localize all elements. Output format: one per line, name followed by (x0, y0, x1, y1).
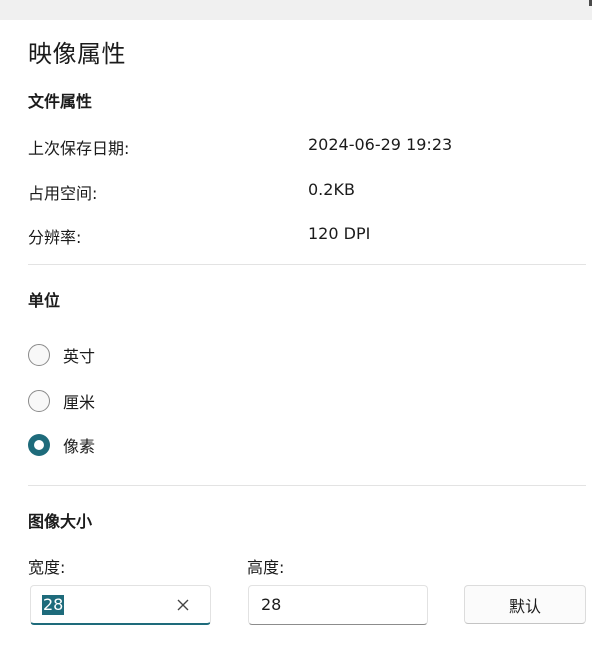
unit-option-inch[interactable]: 英寸 (28, 340, 95, 370)
image-size-heading: 图像大小 (28, 512, 93, 531)
unit-option-centimeter-label: 厘米 (63, 393, 96, 412)
file-properties-heading: 文件属性 (28, 92, 93, 111)
resolution-label: 分辨率: (28, 228, 82, 247)
section-divider-1 (28, 264, 586, 265)
width-label: 宽度: (28, 558, 66, 577)
width-input-value: 28 (42, 595, 65, 615)
resolution-value: 120 DPI (308, 224, 371, 243)
width-input[interactable]: 28 (30, 585, 211, 625)
unit-option-pixel-label: 像素 (63, 437, 96, 456)
size-on-disk-value: 0.2KB (308, 180, 355, 199)
unit-option-centimeter[interactable]: 厘米 (28, 386, 95, 416)
dialog-title: 映像属性 (28, 40, 126, 68)
height-label: 高度: (247, 558, 285, 577)
unit-option-pixel[interactable]: 像素 (28, 430, 95, 460)
last-saved-label: 上次保存日期: (28, 139, 130, 158)
default-button[interactable]: 默认 (464, 585, 586, 624)
last-saved-value: 2024-06-29 19:23 (308, 135, 453, 154)
clear-icon[interactable] (176, 598, 190, 612)
radio-button-pixel[interactable] (28, 434, 50, 456)
unit-option-inch-label: 英寸 (63, 347, 96, 366)
units-heading: 单位 (28, 291, 61, 310)
height-input[interactable]: 28 (248, 585, 428, 625)
window-top-strip (0, 0, 592, 20)
radio-button-inch[interactable] (28, 344, 50, 366)
image-properties-dialog: 映像属性 文件属性 上次保存日期: 2024-06-29 19:23 占用空间:… (0, 20, 592, 646)
section-divider-2 (28, 485, 586, 486)
height-input-value: 28 (261, 595, 282, 614)
radio-button-centimeter[interactable] (28, 390, 50, 412)
size-on-disk-label: 占用空间: (28, 184, 98, 203)
